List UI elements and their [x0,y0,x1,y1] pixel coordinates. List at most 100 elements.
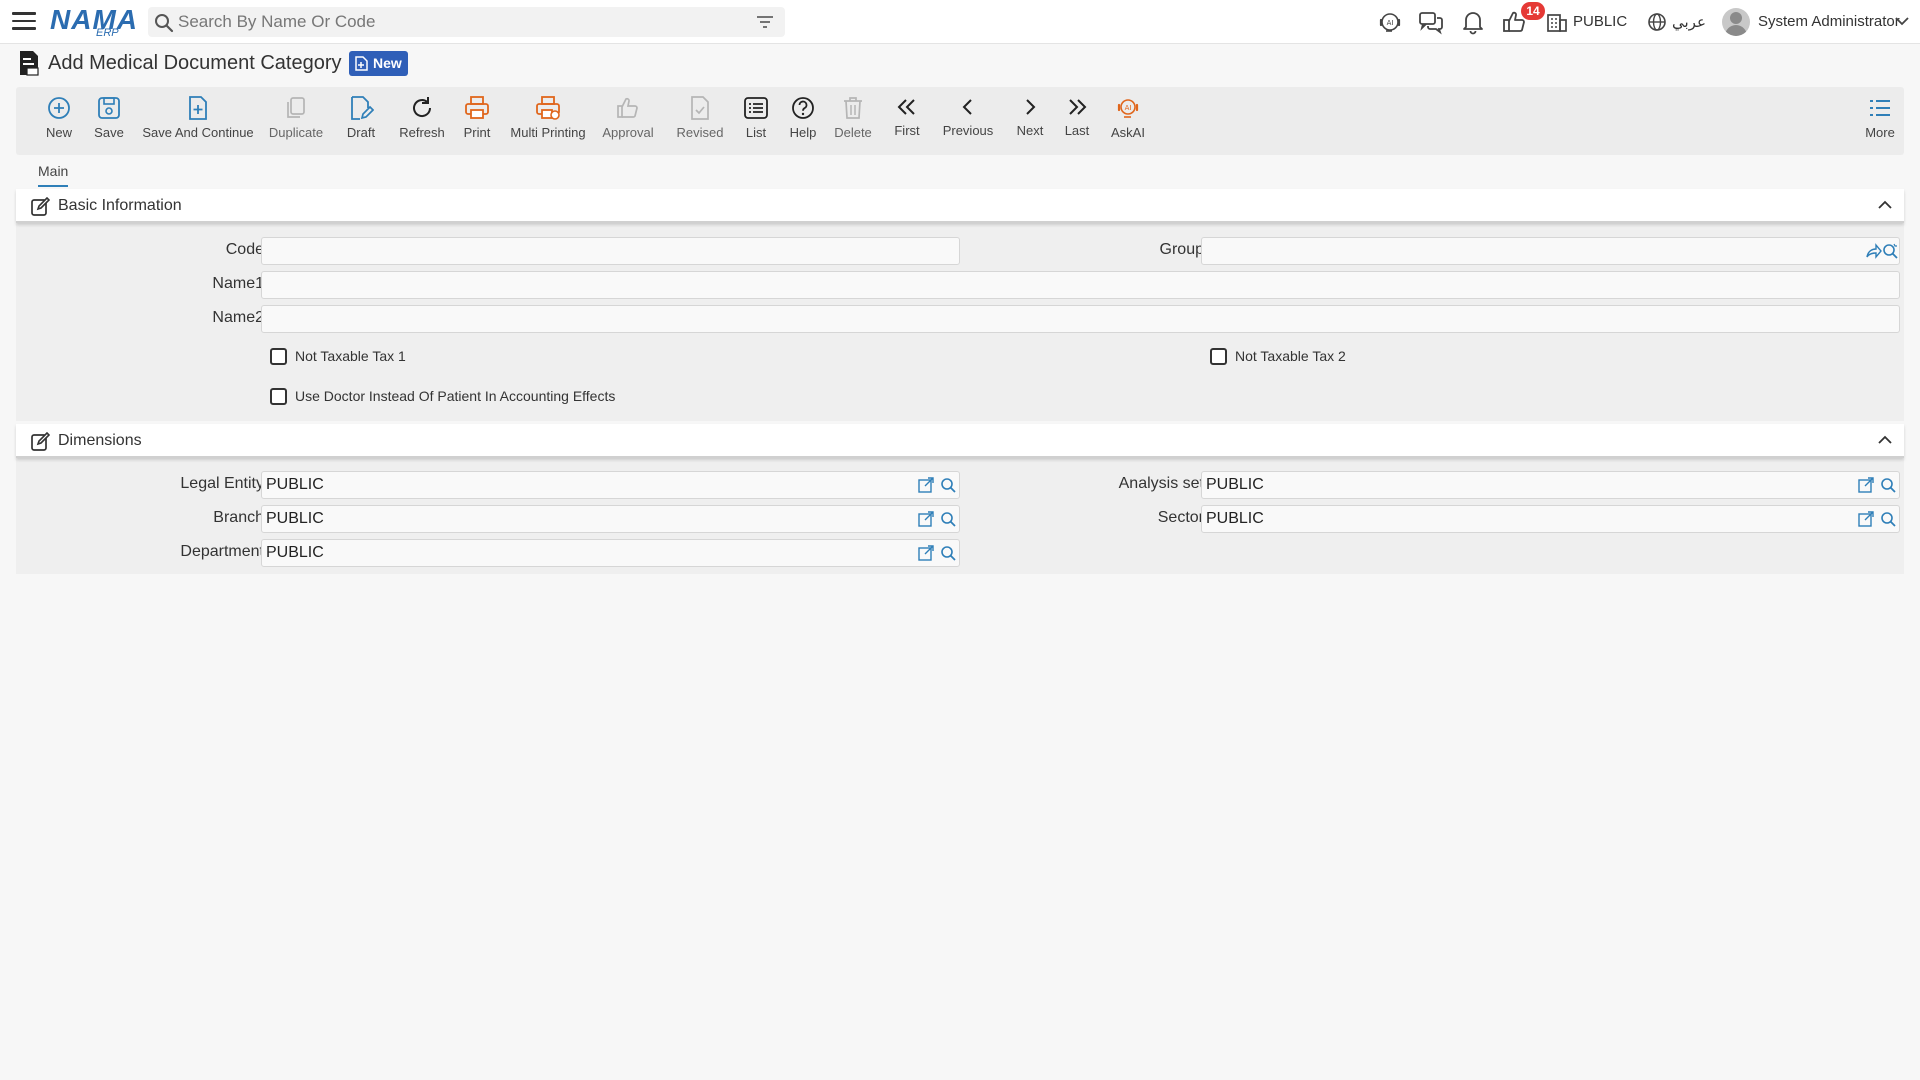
department-label: Department [180,543,264,560]
company-selector[interactable]: PUBLIC [1573,13,1627,30]
chevron-up-icon[interactable] [1878,200,1892,210]
name2-label: Name2 [212,309,264,326]
open-external-icon[interactable] [1858,511,1874,527]
save-and-continue-button[interactable]: Save And Continue [130,87,266,155]
more-button[interactable]: More [1858,87,1902,155]
open-external-icon[interactable] [918,545,934,561]
analysis-set-input[interactable] [1206,475,1836,495]
code-field[interactable] [261,237,960,265]
svg-text:AI: AI [1125,104,1132,112]
help-icon [792,97,814,119]
name1-input[interactable] [266,275,1886,295]
bell-icon[interactable] [1460,9,1486,35]
building-icon[interactable] [1546,9,1568,35]
dimensions-panel: Dimensions Legal Entity Analysis set Bra… [16,424,1904,574]
duplicate-button[interactable]: Duplicate [254,87,338,155]
ai-headset-icon: AI [1117,99,1139,118]
name1-field[interactable] [261,271,1900,299]
dimensions-title: Dimensions [58,432,142,449]
first-record-button[interactable]: First [880,87,934,155]
document-category-icon [20,51,39,76]
double-chevron-right-icon [1069,99,1087,115]
previous-record-button[interactable]: Previous [928,87,1008,155]
code-input[interactable] [266,241,946,261]
double-chevron-left-icon [897,99,915,115]
sector-field[interactable] [1201,505,1900,533]
add-document-icon [189,96,207,120]
basic-information-panel: Basic Information Code Group Name1 Name2… [16,189,1904,421]
basic-information-title: Basic Information [58,197,182,214]
tab-main[interactable]: Main [38,163,69,187]
not-taxable-tax-2-checkbox[interactable] [1210,348,1227,365]
search-lookup-icon[interactable] [940,511,956,527]
name2-input[interactable] [266,309,1886,329]
draft-button[interactable]: Draft [330,87,392,155]
share-arrow-icon[interactable] [1866,243,1882,259]
branch-input[interactable] [266,509,896,529]
search-lookup-icon[interactable] [940,545,956,561]
sector-input[interactable] [1206,509,1836,529]
chat-icon[interactable] [1418,9,1444,35]
search-lookup-icon[interactable] [940,477,956,493]
first-button-label: First [894,123,920,138]
edit-icon [31,432,50,451]
search-lookup-icon[interactable] [1882,243,1898,259]
delete-button[interactable]: Delete [818,87,888,155]
tab-bar: Main [16,157,1904,187]
approval-button-label: Approval [602,125,654,140]
name2-field[interactable] [261,305,1900,333]
logo-main-text: NAMA [50,4,138,35]
printer-icon [465,96,489,119]
basic-information-header[interactable]: Basic Information [16,189,1904,223]
ask-ai-button[interactable]: AI AskAI [1096,87,1160,155]
branch-field[interactable] [261,505,960,533]
filter-icon[interactable] [756,14,774,30]
multi-printing-button[interactable]: Multi Printing [496,87,600,155]
department-input[interactable] [266,543,896,563]
analysis-set-field[interactable] [1201,471,1900,499]
globe-icon[interactable] [1646,9,1668,35]
group-field[interactable] [1201,237,1900,265]
menu-icon[interactable] [12,12,36,32]
dimensions-header[interactable]: Dimensions [16,424,1904,458]
search-lookup-icon[interactable] [1880,477,1896,493]
group-input[interactable] [1206,241,1836,261]
more-list-icon [1870,100,1890,116]
not-taxable-tax-1-label: Not Taxable Tax 1 [295,348,406,364]
not-taxable-tax-1-checkbox[interactable] [270,348,287,365]
approval-button[interactable]: Approval [586,87,670,155]
legal-entity-input[interactable] [266,475,896,495]
department-field[interactable] [261,539,960,567]
open-external-icon[interactable] [918,511,934,527]
use-doctor-label: Use Doctor Instead Of Patient In Account… [295,388,616,404]
open-external-icon[interactable] [918,477,934,493]
ask-ai-label: AskAI [1111,125,1145,140]
sector-label: Sector [1157,509,1204,526]
draft-edit-icon [351,96,374,120]
trash-icon [844,97,862,119]
save-icon [98,97,120,119]
search-input[interactable] [178,11,738,33]
action-toolbar: New Save Save And Continue Duplicate Dra… [16,87,1904,155]
use-doctor-checkbox[interactable] [270,388,287,405]
ai-assistant-icon[interactable]: AI [1377,9,1403,35]
draft-button-label: Draft [346,125,376,140]
nama-erp-logo[interactable]: NAMA ERP [50,4,137,40]
notification-count-badge: 14 [1521,2,1545,20]
open-external-icon[interactable] [1858,477,1874,493]
user-name[interactable]: System Administrator [1758,13,1900,30]
legal-entity-field[interactable] [261,471,960,499]
list-icon [744,97,768,119]
language-switch[interactable]: عربي [1672,13,1706,31]
chevron-down-icon[interactable] [1895,16,1909,26]
user-avatar[interactable] [1722,8,1750,36]
search-icon[interactable] [154,13,174,33]
code-label: Code [225,241,264,258]
search-box [148,7,785,37]
approval-thumb-icon [617,97,638,118]
revised-document-icon [691,96,709,120]
chevron-up-icon[interactable] [1878,435,1892,445]
more-button-label: More [1865,125,1895,140]
search-lookup-icon[interactable] [1880,511,1896,527]
logo-sub-text: ERP [96,27,119,39]
